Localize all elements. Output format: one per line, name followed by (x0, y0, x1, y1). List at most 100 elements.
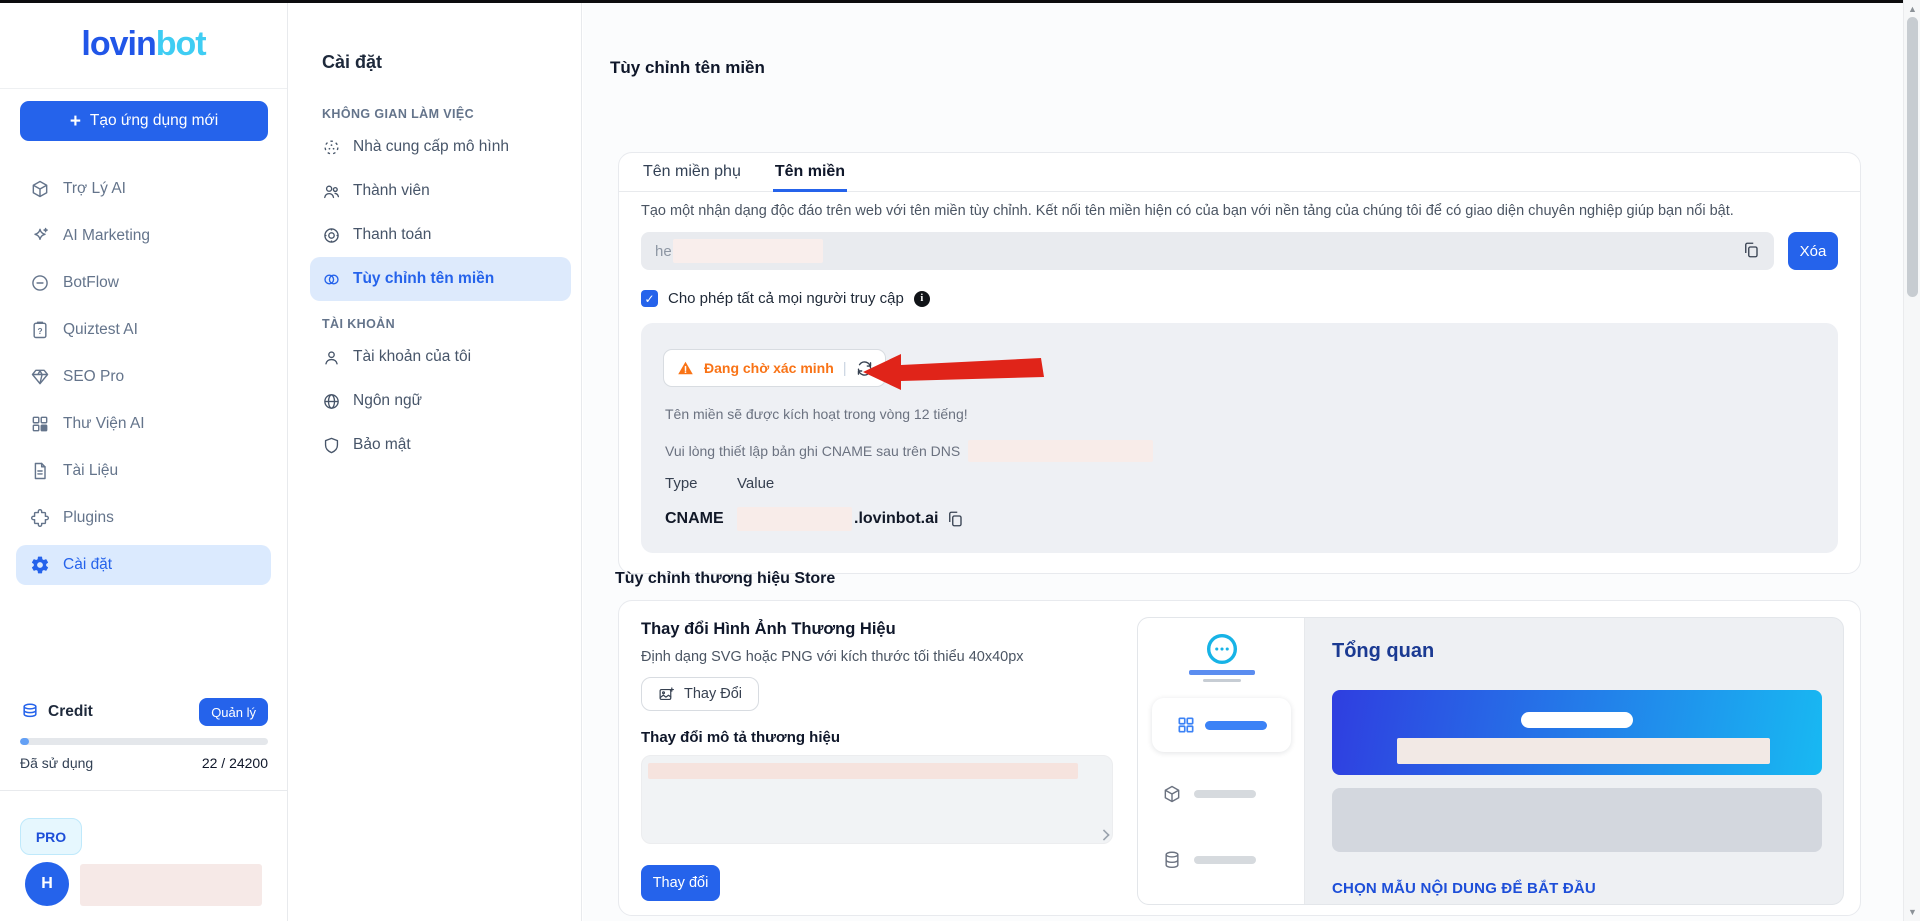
globe-icon (322, 392, 341, 411)
credit-title: Credit (48, 703, 93, 720)
coins-icon (20, 702, 40, 722)
verification-panel: Đang chờ xác minh | Tên miền sẽ được kíc… (641, 323, 1838, 553)
nav-item-members[interactable]: Thành viên (310, 169, 571, 213)
credit-manage-button[interactable]: Quản lý (199, 698, 268, 726)
public-access-label: Cho phép tất cả mọi người truy cập (668, 290, 904, 307)
copy-icon[interactable] (1742, 241, 1762, 261)
submit-description-button[interactable]: Thay đổi (641, 865, 720, 901)
cube-icon (1162, 784, 1182, 804)
preview-mini-sidebar (1138, 618, 1305, 904)
sidebar-item-label: Quiztest AI (63, 321, 138, 338)
sidebar-item-tai-lieu[interactable]: Tài Liệu (16, 451, 271, 491)
logo-accent: bot (155, 24, 207, 63)
sidebar-item-label: SEO Pro (63, 368, 125, 385)
delete-domain-button[interactable]: Xóa (1788, 232, 1838, 270)
tab-subdomain[interactable]: Tên miền phụ (641, 153, 743, 192)
activation-note: Tên miền sẽ được kích hoạt trong vòng 12… (665, 406, 968, 422)
scrollbar-thumb[interactable] (1907, 17, 1918, 297)
app-logo[interactable]: lovin bot (0, 0, 287, 89)
venn-circles-icon (322, 270, 341, 289)
dns-record-row: CNAME .lovinbot.ai (665, 507, 964, 531)
shield-icon (322, 436, 341, 455)
verification-status-badge[interactable]: Đang chờ xác minh | (663, 349, 886, 387)
nav-item-label: Tùy chỉnh tên miền (353, 270, 495, 287)
preview-nav-item (1162, 850, 1256, 870)
preview-cta-link[interactable]: CHỌN MẪU NỘI DUNG ĐỂ BẮT ĐẦU (1332, 880, 1596, 897)
store-branding-card: Thay đổi Hình Ảnh Thương Hiệu Định dạng … (618, 600, 1861, 916)
dns-instruction: Vui lòng thiết lập bản ghi CNAME sau trê… (665, 443, 961, 459)
preview-nav-label-placeholder (1194, 790, 1256, 798)
sidebar-item-plugins[interactable]: Plugins (16, 498, 271, 538)
store-section-title: Tùy chỉnh thương hiệu Store (615, 570, 836, 587)
brand-description-label: Thay đổi mô tả thương hiệu (641, 729, 841, 746)
sidebar-item-quiztest-ai[interactable]: ? Quiztest AI (16, 310, 271, 350)
nav-item-custom-domain[interactable]: Tùy chỉnh tên miền (310, 257, 571, 301)
brand-image-title: Thay đổi Hình Ảnh Thương Hiệu (641, 620, 896, 638)
preview-banner-pill-placeholder (1521, 712, 1633, 728)
preview-brand-subtitle-placeholder (1202, 679, 1241, 682)
scrollbar-up-arrow[interactable]: ▲ (1904, 1, 1920, 17)
page-scrollbar[interactable]: ▲ ▼ (1903, 0, 1920, 921)
dns-type-header: Type (665, 475, 698, 492)
sidebar-item-label: Trợ Lý AI (63, 180, 126, 197)
grid-icon (1176, 715, 1196, 735)
sidebar-item-cai-dat[interactable]: Cài đặt (16, 545, 271, 585)
gear-icon (30, 555, 50, 575)
domain-redacted (672, 239, 823, 263)
settings-nav-title: Cài đặt (322, 52, 383, 72)
textarea-resize-handle[interactable] (1098, 829, 1110, 841)
domain-input[interactable]: he (641, 232, 1774, 270)
credit-used-label: Đã sử dụng (20, 755, 94, 771)
domain-description: Tạo một nhận dạng độc đáo trên web với t… (641, 203, 1734, 219)
brand-description-textarea[interactable] (641, 755, 1113, 844)
sidebar-item-label: BotFlow (63, 274, 119, 291)
sidebar-item-label: Thư Viện AI (63, 415, 145, 432)
public-access-checkbox[interactable]: ✓ (641, 290, 658, 307)
user-name-redacted (80, 864, 262, 906)
nav-item-label: Ngôn ngữ (353, 392, 422, 409)
domain-card: Tên miền phụ Tên miền Tạo một nhận dạng … (618, 152, 1861, 574)
nav-item-security[interactable]: Bảo mật (310, 423, 571, 467)
credit-progress-bar (20, 738, 268, 745)
nav-item-label: Bảo mật (353, 436, 411, 453)
change-image-button[interactable]: Thay Đổi (641, 677, 760, 711)
brand-image-hint: Định dạng SVG hoặc PNG với kích thước tố… (641, 649, 1024, 665)
sidebar-item-botflow[interactable]: BotFlow (16, 263, 271, 303)
nav-item-label: Nhà cung cấp mô hình (353, 138, 509, 155)
verification-status-label: Đang chờ xác minh (704, 360, 834, 376)
nav-item-billing[interactable]: Thanh toán (310, 213, 571, 257)
sidebar-item-label: Plugins (63, 509, 114, 526)
gem-icon (30, 367, 50, 387)
scrollbar-down-arrow[interactable]: ▼ (1904, 904, 1920, 920)
preview-nav-label-placeholder (1205, 720, 1267, 730)
sidebar-item-seo-pro[interactable]: SEO Pro (16, 357, 271, 397)
page-title: Tùy chỉnh tên miền (610, 58, 765, 77)
info-icon[interactable]: i (913, 290, 930, 307)
nav-item-my-account[interactable]: Tài khoản của tôi (310, 335, 571, 379)
avatar[interactable]: H (25, 862, 69, 906)
image-plus-icon (658, 686, 675, 703)
database-icon (1162, 850, 1182, 870)
sidebar-item-tro-ly-ai[interactable]: Trợ Lý AI (16, 169, 271, 209)
preview-brand-name-placeholder (1188, 670, 1255, 675)
nav-item-label: Thanh toán (353, 226, 432, 243)
red-arrow-annotation (863, 353, 1045, 391)
new-app-label: Tạo ứng dụng mới (89, 112, 219, 129)
preview-gradient-banner (1332, 690, 1822, 775)
credit-section: Credit Quản lý Đã sử dụng 22 / 24200 (20, 698, 268, 771)
app-sidebar: lovin bot + Tạo ứng dụng mới Trợ Lý AI AI … (0, 0, 288, 921)
new-app-button[interactable]: + Tạo ứng dụng mới (20, 101, 268, 141)
change-image-label: Thay Đổi (684, 686, 743, 702)
sidebar-item-thu-vien-ai[interactable]: Thư Viện AI (16, 404, 271, 444)
preview-nav-item (1162, 784, 1256, 804)
puzzle-icon (30, 508, 50, 528)
tab-domain[interactable]: Tên miền (772, 153, 848, 192)
section-account-label: TÀI KHOẢN (322, 317, 396, 331)
dns-value-header: Value (737, 475, 775, 492)
sidebar-item-ai-marketing[interactable]: AI Marketing (16, 216, 271, 256)
nav-item-model-provider[interactable]: Nhà cung cấp mô hình (310, 125, 571, 169)
copy-icon[interactable] (946, 510, 964, 528)
nav-item-language[interactable]: Ngôn ngữ (310, 379, 571, 423)
nav-item-label: Thành viên (353, 182, 430, 199)
preview-gray-placeholder (1332, 788, 1822, 852)
